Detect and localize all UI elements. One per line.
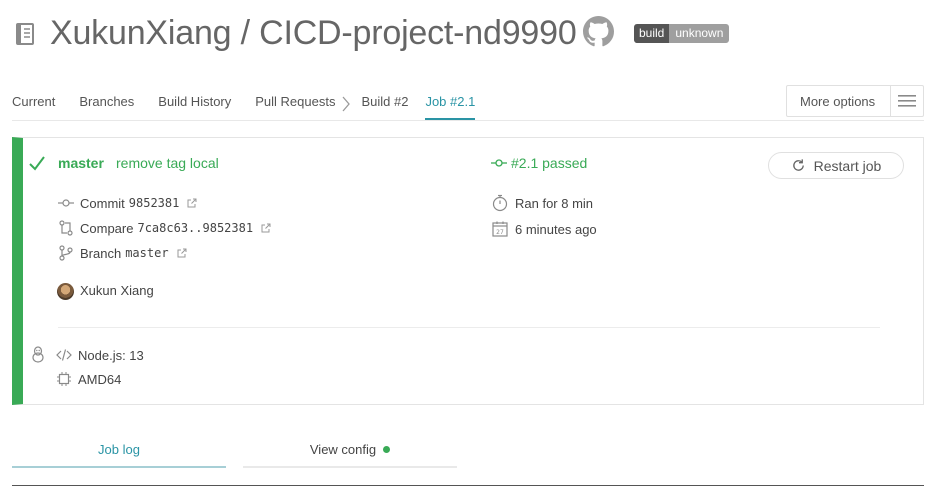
linux-icon	[32, 346, 44, 363]
language-text: Node.js: 13	[78, 347, 144, 363]
commit-message: remove tag local	[116, 155, 219, 171]
cpu-icon	[57, 372, 71, 386]
hamburger-icon[interactable]	[889, 86, 923, 116]
restart-job-label: Restart job	[813, 157, 882, 174]
svg-text:27: 27	[496, 229, 504, 236]
duration-text: Ran for 8 min	[515, 195, 594, 211]
external-link-icon[interactable]	[261, 223, 271, 233]
language-row: Node.js: 13	[56, 347, 144, 363]
branch-icon	[59, 245, 73, 261]
log-area-top-border	[12, 485, 924, 486]
compare-icon	[59, 220, 73, 236]
compare-row: Compare 7ca8c63..9852381	[58, 220, 271, 236]
job-status: #2.1 passed	[491, 155, 587, 171]
card-divider	[58, 327, 880, 328]
more-options-label: More options	[800, 93, 876, 109]
arch-text: AMD64	[78, 371, 122, 387]
calendar-icon: 27	[492, 221, 508, 237]
tab-job-log[interactable]: Job log	[12, 434, 226, 468]
compare-label: Compare	[80, 220, 134, 236]
badge-value: unknown	[669, 24, 730, 43]
repo-tabs: Current Branches Build History Pull Requ…	[12, 88, 476, 120]
commit-icon	[58, 199, 74, 207]
build-status-badge[interactable]: build unknown	[634, 24, 730, 43]
job-status-text: #2.1 passed	[511, 155, 588, 171]
finished-row: 27 6 minutes ago	[491, 220, 597, 238]
code-icon	[56, 349, 72, 361]
github-icon[interactable]	[583, 16, 614, 47]
tab-current[interactable]: Current	[12, 88, 55, 120]
arch-row: AMD64	[56, 371, 121, 387]
tab-view-config[interactable]: View config	[243, 434, 457, 468]
tabs-divider	[12, 120, 924, 121]
compare-range[interactable]: 7ca8c63..9852381	[137, 221, 253, 235]
commit-row: Commit 9852381	[58, 195, 197, 211]
tab-build-history[interactable]: Build History	[158, 88, 231, 120]
restart-icon	[792, 159, 804, 171]
repo-icon	[16, 23, 34, 45]
author-row: Xukun Xiang	[80, 283, 154, 298]
external-link-icon[interactable]	[187, 198, 197, 208]
chevron-right-icon	[342, 96, 351, 112]
tab-job[interactable]: Job #2.1	[425, 88, 476, 120]
breadcrumb-build[interactable]: Build #2	[361, 88, 408, 120]
job-branch[interactable]: master	[58, 155, 104, 171]
config-status-dot	[383, 446, 391, 454]
commit-status-icon	[491, 159, 507, 167]
restart-job-button[interactable]: Restart job	[768, 152, 904, 179]
badge-label: build	[634, 24, 670, 43]
tab-branches[interactable]: Branches	[79, 88, 134, 120]
tab-pull-requests[interactable]: Pull Requests	[255, 88, 335, 120]
check-icon	[29, 156, 45, 171]
branch-value[interactable]: master	[125, 246, 168, 260]
branch-row: Branch master	[58, 245, 187, 261]
branch-label: Branch	[80, 245, 122, 261]
job-log-label: Job log	[98, 442, 140, 457]
external-link-icon[interactable]	[177, 248, 187, 258]
avatar	[57, 283, 74, 300]
view-config-label: View config	[309, 442, 377, 457]
author-name: Xukun Xiang	[80, 283, 154, 298]
repo-title[interactable]: XukunXiang / CICD-project-nd9990	[50, 11, 577, 55]
stopwatch-icon	[492, 194, 508, 212]
duration-row: Ran for 8 min	[491, 194, 593, 212]
commit-sha[interactable]: 9852381	[129, 196, 180, 210]
finished-text: 6 minutes ago	[515, 221, 597, 237]
commit-label: Commit	[80, 195, 125, 211]
more-options-button[interactable]: More options	[786, 85, 924, 117]
